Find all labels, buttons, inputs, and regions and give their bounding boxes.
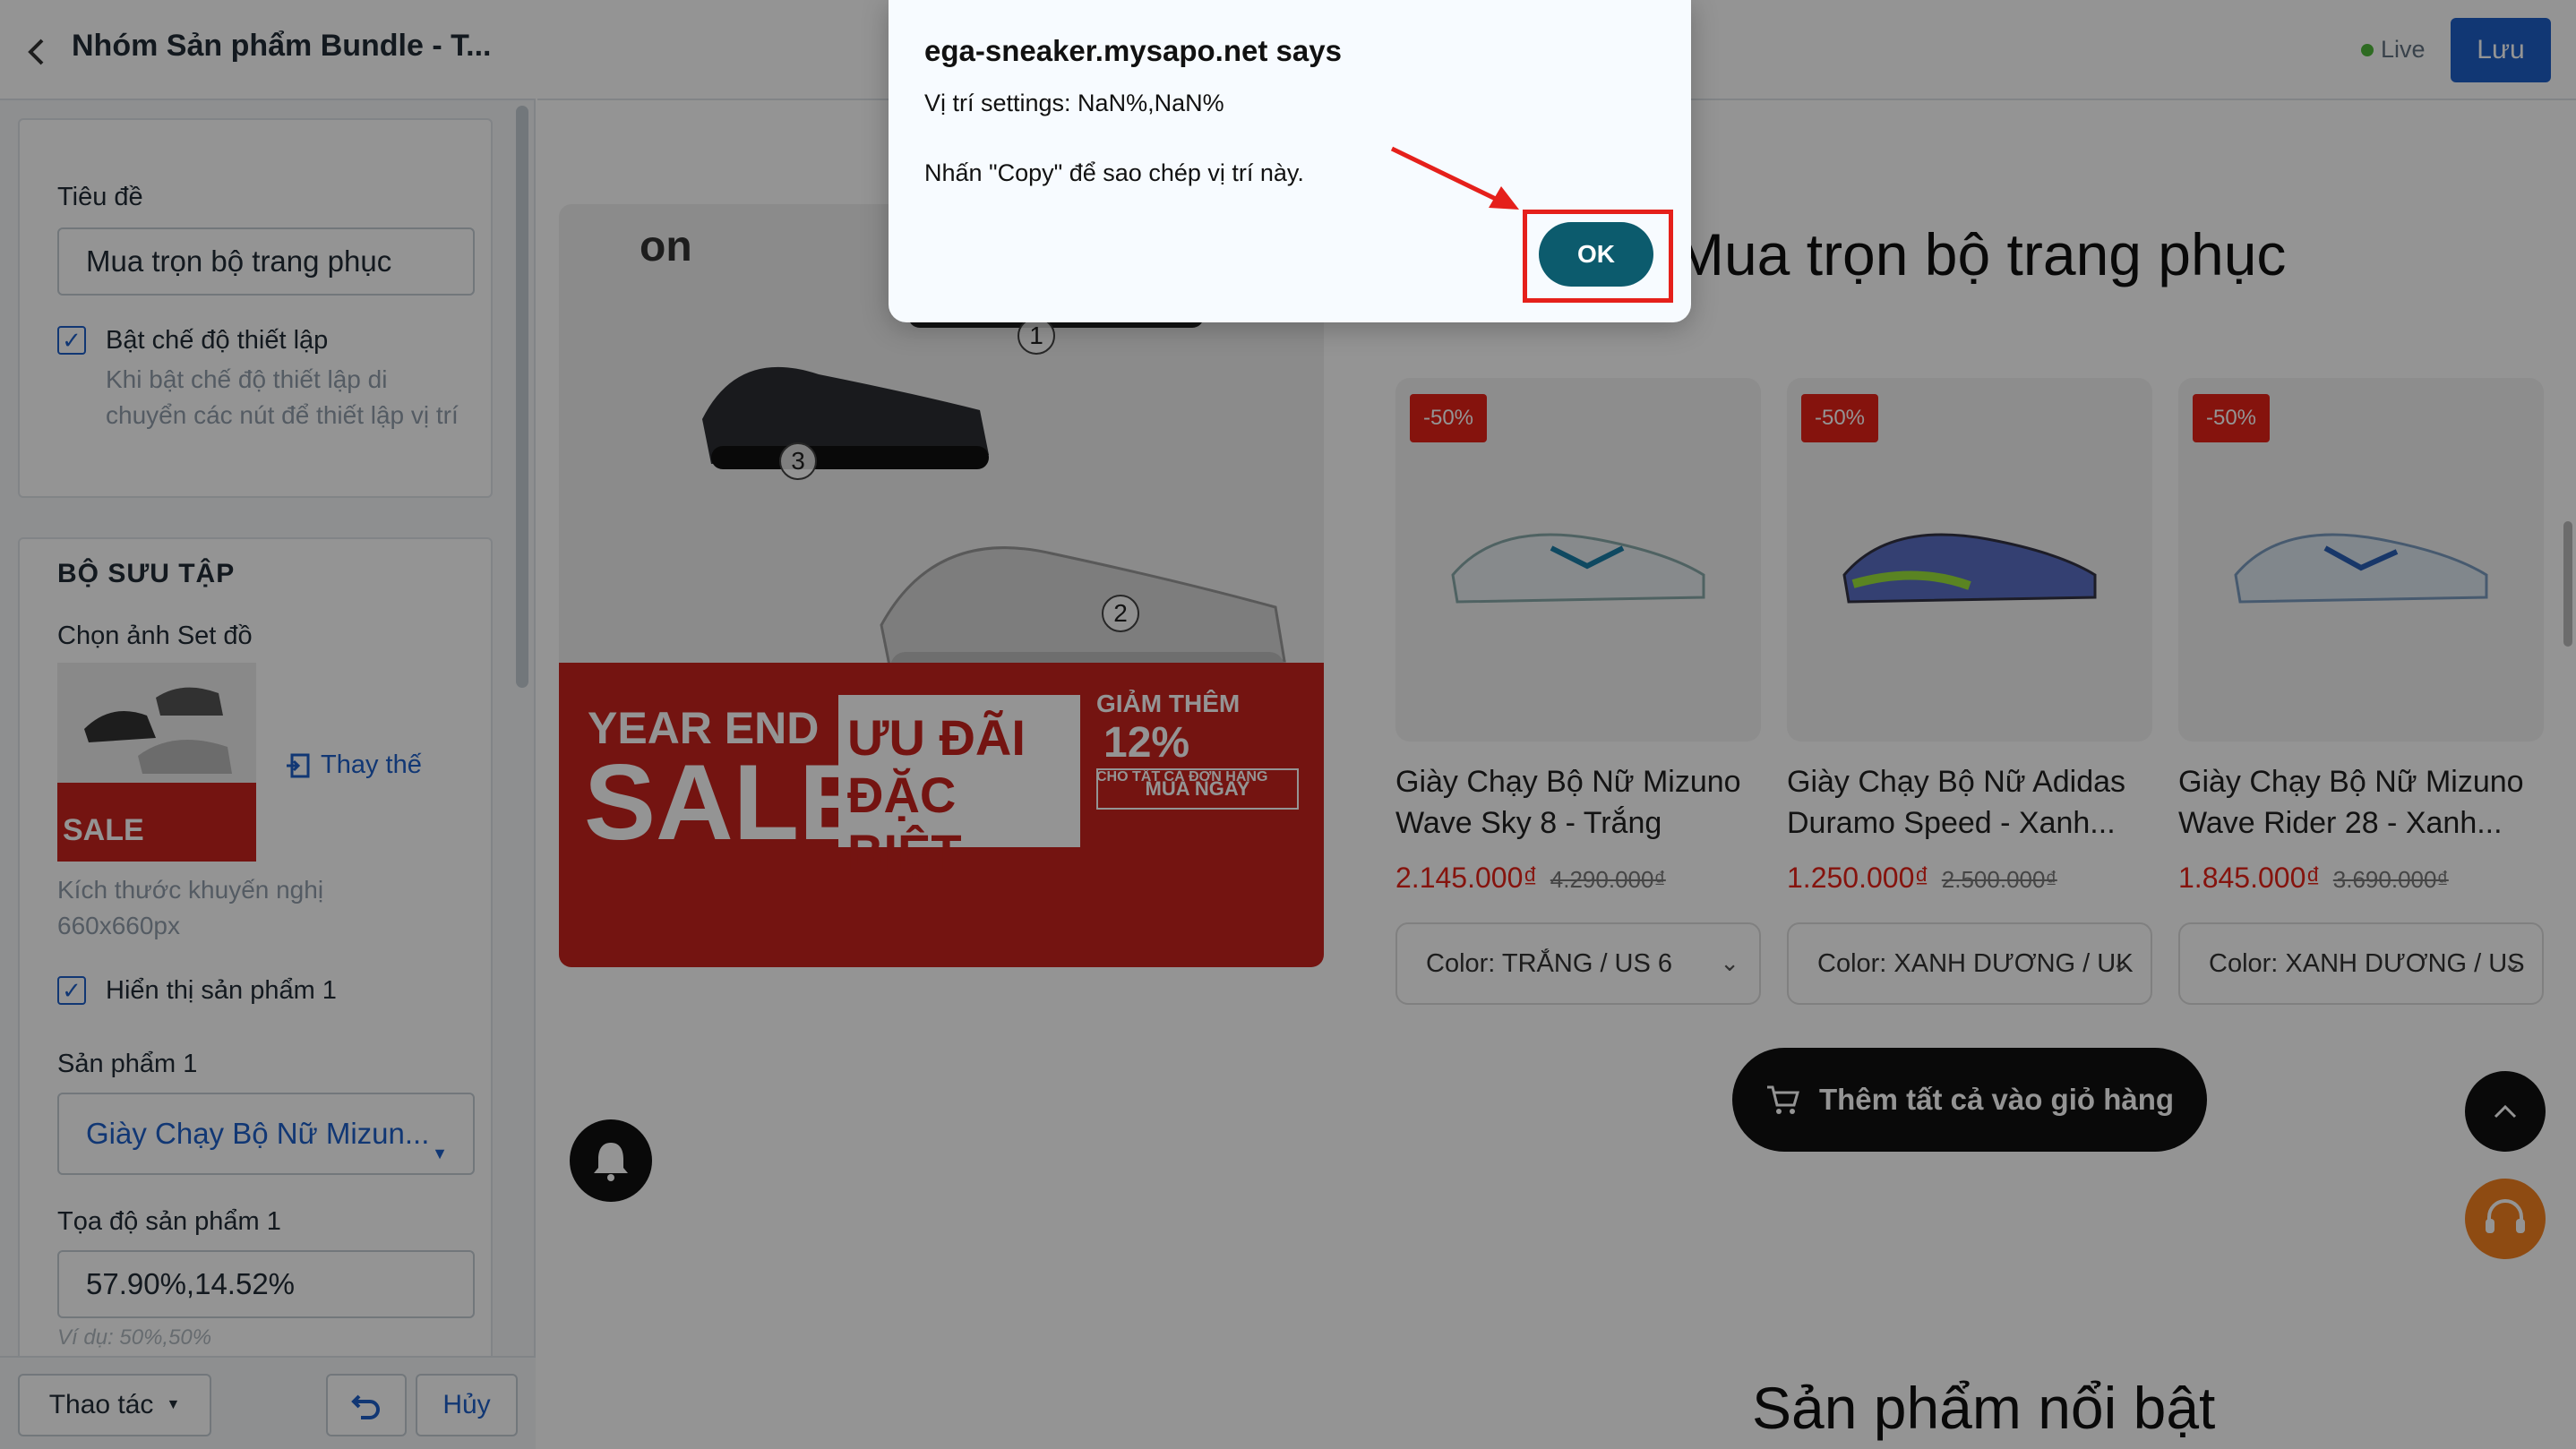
dialog-message-position: Vị trí settings: NaN%,NaN%: [924, 90, 1224, 116]
dialog-title: ega-sneaker.mysapo.net says: [924, 34, 1342, 67]
ok-button-highlight: [1523, 210, 1673, 303]
red-arrow-icon: [1390, 146, 1519, 210]
dialog-message-copy: Nhấn "Copy" để sao chép vị trí này.: [924, 159, 1304, 186]
